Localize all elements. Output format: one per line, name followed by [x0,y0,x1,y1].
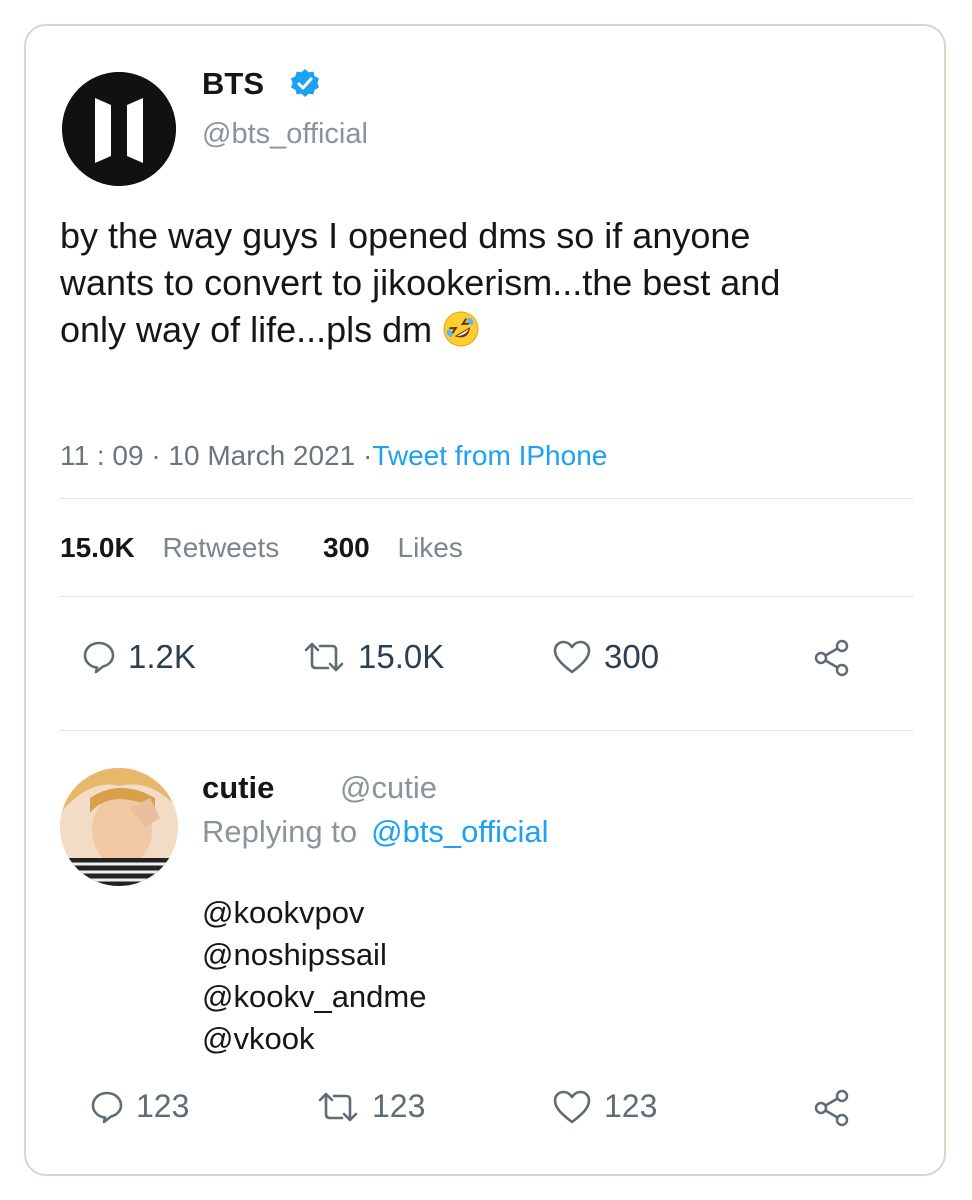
mention-link[interactable]: @kookvpov [202,892,426,934]
reply-retweet-button[interactable]: 123 [316,1088,425,1125]
tweet-author-handle[interactable]: @bts_official [202,118,368,151]
tweet-card: BTS @bts_official by the way guys I open… [24,24,946,1176]
tweet-stats: 15.0K Retweets 300 Likes [60,532,463,564]
bts-avatar[interactable] [62,72,176,186]
tweet-timestamp: 11 : 09 · 10 March 2021 · [60,440,373,471]
reply-bubble-icon [83,641,115,674]
tweet-body: by the way guys I opened dms so if anyon… [60,215,781,350]
replying-to-link[interactable]: @bts_official [371,814,548,849]
verified-badge-icon [291,69,319,97]
reply-button[interactable]: 1.2K [82,638,196,676]
heart-icon [553,1090,591,1123]
reply-reply-button[interactable]: 123 [90,1088,189,1125]
reply-like-count: 123 [604,1088,658,1124]
replying-to: Replying to @bts_official [202,814,548,850]
rolling-laughing-emoji-icon [443,311,479,347]
tweet-author-name[interactable]: BTS [202,66,264,102]
tweet-source-link[interactable]: Tweet from IPhone [372,440,607,471]
share-icon[interactable] [812,1088,852,1128]
tweet-meta: 11 : 09 · 10 March 2021 ·Tweet from IPho… [60,440,607,472]
retweet-count: 15.0K [358,638,445,675]
reply-author-name[interactable]: cutie [202,770,274,806]
reply-mentions: @kookvpov @noshipssail @kookv_andme @vko… [202,892,426,1060]
reply-retweet-count: 123 [372,1088,426,1124]
like-count: 300 [604,638,660,675]
retweet-icon [318,1092,358,1121]
reply-author-handle[interactable]: @cutie [340,770,437,806]
retweet-icon [304,642,344,672]
reply-count: 1.2K [128,638,196,675]
mention-link[interactable]: @kookv_andme [202,976,426,1018]
heart-icon [553,640,591,674]
reply-like-button[interactable]: 123 [552,1088,657,1125]
reply-reply-count: 123 [136,1088,190,1124]
retweets-count[interactable]: 15.0K [60,532,135,563]
divider [60,498,914,499]
likes-label[interactable]: Likes [398,532,463,563]
user-photo-icon [60,768,178,886]
likes-count[interactable]: 300 [323,532,370,563]
tweet-text: by the way guys I opened dms so if anyon… [60,212,820,353]
mention-link[interactable]: @noshipssail [202,934,426,976]
retweet-button[interactable]: 15.0K [302,638,444,676]
replying-to-label: Replying to [202,814,358,849]
divider [60,730,914,731]
mention-link[interactable]: @vkook [202,1018,426,1060]
bts-logo-icon [62,72,176,186]
reply-bubble-icon [91,1091,123,1123]
retweets-label[interactable]: Retweets [163,532,280,563]
cutie-avatar[interactable] [60,768,178,886]
share-icon[interactable] [812,638,852,678]
divider [60,596,914,597]
like-button[interactable]: 300 [552,638,659,676]
